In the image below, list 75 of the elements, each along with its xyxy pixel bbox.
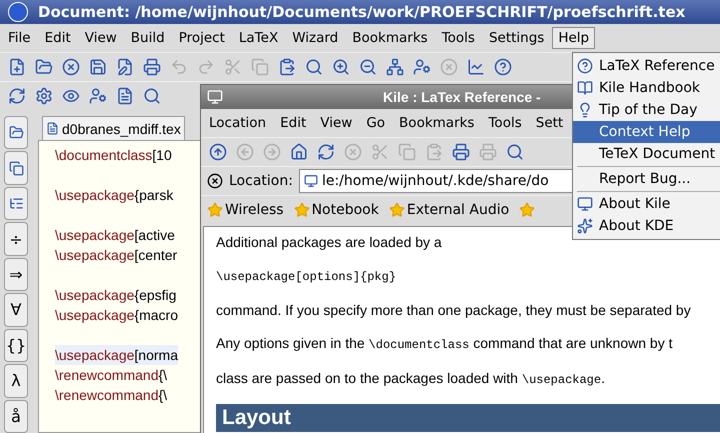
sidebar-button[interactable]	[4, 186, 28, 220]
sidebar-button[interactable]: λ	[4, 364, 28, 398]
bookmark-folder[interactable]: Wireless	[207, 202, 284, 218]
code-line: \renewcommand{\	[55, 386, 168, 405]
menu-item[interactable]: View	[314, 112, 358, 134]
menu-item[interactable]: Report Bug...	[573, 168, 720, 190]
sidebar-button[interactable]: ∀	[4, 293, 28, 327]
code-line: \usepackage[center	[55, 246, 178, 265]
code-line: \renewcommand{\	[55, 366, 168, 385]
star-icon	[388, 202, 405, 218]
close-icon[interactable]	[60, 56, 82, 78]
copy-icon	[8, 160, 24, 176]
app-logo-icon	[8, 2, 28, 22]
sidebar-button[interactable]: ÷	[4, 222, 28, 256]
menu-item[interactable]: TeTeX Document	[573, 143, 720, 165]
document-icon	[46, 122, 59, 135]
menu-item[interactable]: Bookmarks	[393, 112, 480, 134]
menu-item[interactable]: LaTeX	[232, 27, 284, 49]
menu-item[interactable]: Edit	[38, 27, 77, 49]
bookmark-folder[interactable]: Notebook	[294, 202, 379, 218]
sidebar-button[interactable]: {}	[4, 328, 28, 362]
sparkle-icon	[577, 218, 593, 234]
location-label: Location:	[229, 173, 293, 189]
code-line: \usepackage[active	[55, 226, 175, 245]
star-icon[interactable]	[519, 202, 536, 218]
menu-item[interactable]: Context Help	[573, 121, 720, 143]
print-icon[interactable]	[141, 56, 163, 78]
menu-item[interactable]: Settings	[482, 27, 550, 49]
sidebar-button[interactable]: ⇒	[4, 258, 28, 292]
up-icon[interactable]	[207, 141, 229, 163]
paragraph: Additional packages are loaded by a	[216, 233, 443, 252]
star-icon	[294, 202, 310, 218]
menu-item[interactable]: Go	[360, 112, 392, 134]
window-icon	[207, 89, 223, 105]
file-tab[interactable]: d0branes_mdiff.tex	[42, 116, 185, 140]
menu-item[interactable]: Project	[172, 27, 231, 49]
clear-icon[interactable]	[207, 173, 223, 189]
section-heading: Layout	[216, 404, 720, 432]
menu-item[interactable]: About KDE	[573, 215, 720, 237]
code-line: \documentclass[10	[55, 146, 172, 165]
paragraph: command. If you specify more than one package, they must be separated by	[216, 301, 692, 320]
structure-icon	[8, 196, 24, 212]
book-icon	[577, 80, 593, 96]
open-folder-icon	[8, 125, 24, 140]
menu-item[interactable]: Bookmarks	[346, 27, 434, 49]
menu-item[interactable]: Tools	[482, 112, 528, 134]
star-icon	[207, 202, 223, 218]
tree-icon[interactable]	[384, 56, 406, 78]
print-icon[interactable]	[450, 141, 472, 163]
help-icon	[577, 58, 593, 74]
code-line: \usepackage{epsfig	[55, 286, 176, 305]
sidebar-button[interactable]	[4, 151, 28, 185]
menu-item[interactable]: Location	[203, 112, 272, 134]
window-title: Kile : LaTex Reference -	[383, 89, 541, 105]
menu-item[interactable]: Edit	[274, 112, 312, 134]
window-title: Document: /home/wijnhout/Documents/work/PROEFSCHRIFT/proefschrift.tex	[38, 3, 686, 21]
menu-item[interactable]: Help	[552, 27, 596, 49]
menu-item[interactable]: Tools	[436, 27, 481, 49]
code-line: \usepackage{parsk	[55, 186, 174, 205]
menu-item[interactable]: File	[2, 27, 37, 49]
sidebar-button[interactable]	[4, 116, 28, 150]
menu-item[interactable]: Sett	[530, 112, 570, 134]
menu-item[interactable]: About Kile	[573, 193, 720, 215]
menu-item[interactable]: View	[78, 27, 123, 49]
paragraph: \usepackage[options]{pkg}	[216, 269, 398, 286]
bookmark-folder[interactable]: External Audio	[388, 202, 510, 218]
menu-item[interactable]: Wizard	[286, 27, 344, 49]
menu-item[interactable]: Build	[124, 27, 171, 49]
menu-item[interactable]: Kile Handbook	[573, 77, 720, 99]
help-icon[interactable]	[492, 56, 514, 78]
sidebar-button[interactable]: å	[4, 400, 28, 433]
menu-item[interactable]: Tip of the Day	[573, 99, 720, 121]
paragraph: Any options given in the \documentclass command that are unknown by t	[216, 334, 674, 354]
menu-item[interactable]: LaTeX Reference	[573, 55, 720, 77]
code-line: \usepackage{macro	[55, 306, 178, 325]
